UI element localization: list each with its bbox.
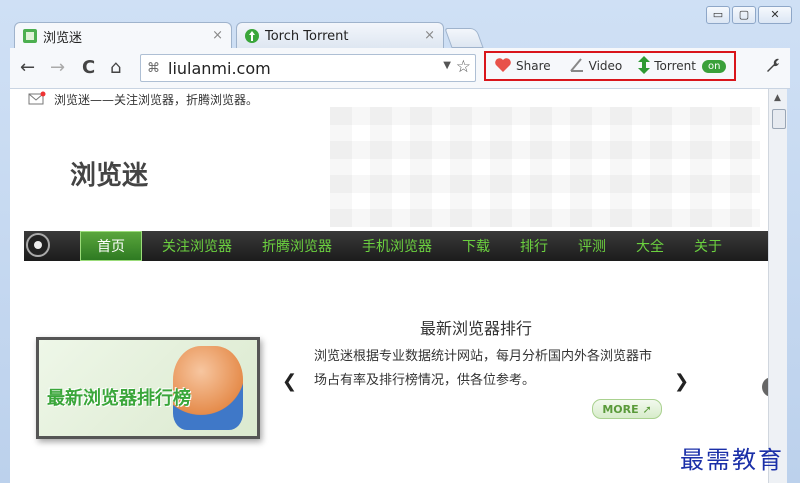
- header-mosaic: [330, 107, 760, 227]
- maximize-button[interactable]: ▢: [732, 6, 756, 24]
- nav-item-focus[interactable]: 关注浏览器: [162, 236, 232, 256]
- mail-icon: [28, 91, 46, 108]
- close-window-button[interactable]: ✕: [758, 6, 792, 24]
- ranking-banner-image[interactable]: 最新浏览器排行榜: [36, 337, 260, 439]
- more-button[interactable]: MORE ➚: [592, 399, 662, 419]
- main-nav: 首页 关注浏览器 折腾浏览器 手机浏览器 下载 排行 评测 大全 关于: [24, 231, 768, 261]
- next-arrow-icon[interactable]: ❯: [674, 371, 689, 392]
- nav-item-home[interactable]: 首页: [80, 231, 142, 261]
- nav-item-mobile[interactable]: 手机浏览器: [362, 236, 432, 256]
- site-notice: 浏览迷——关注浏览器，折腾浏览器。: [28, 91, 258, 108]
- tab-label: Torch Torrent: [265, 28, 349, 44]
- forward-button[interactable]: →: [50, 57, 65, 78]
- banner-caption: 最新浏览器排行榜: [47, 388, 191, 409]
- tab-torch-torrent[interactable]: Torch Torrent ×: [236, 22, 444, 49]
- scroll-thumb[interactable]: [772, 109, 786, 129]
- nav-item-about[interactable]: 关于: [694, 236, 722, 256]
- page-icon: ⌘: [147, 60, 160, 76]
- share-button[interactable]: Share: [494, 57, 551, 76]
- tab-strip: 浏览迷 × Torch Torrent ×: [14, 22, 484, 49]
- video-label: Video: [588, 59, 623, 73]
- torrent-toggle[interactable]: on: [701, 59, 727, 73]
- nav-items: 首页 关注浏览器 折腾浏览器 手机浏览器 下载 排行 评测 大全 关于: [80, 231, 752, 261]
- nav-item-review[interactable]: 评测: [578, 236, 606, 256]
- heart-icon: [494, 57, 512, 76]
- updown-arrow-icon: [638, 55, 651, 77]
- section-title[interactable]: 最新浏览器排行: [420, 315, 532, 339]
- nav-item-ranking[interactable]: 排行: [520, 236, 548, 256]
- reload-button[interactable]: C: [82, 57, 95, 78]
- nav-item-directory[interactable]: 大全: [636, 236, 664, 256]
- nav-item-download[interactable]: 下载: [462, 236, 490, 256]
- green-torrent-icon: [245, 29, 259, 43]
- scroll-up-arrow-icon[interactable]: ▲: [774, 93, 781, 103]
- notice-text: 浏览迷——关注浏览器，折腾浏览器。: [54, 93, 259, 107]
- wrench-icon[interactable]: [764, 56, 782, 79]
- chevron-down-icon[interactable]: ▼: [443, 60, 451, 71]
- home-button[interactable]: ⌂: [110, 57, 121, 78]
- vertical-scrollbar[interactable]: ▲: [768, 89, 787, 483]
- minimize-button[interactable]: ▭: [706, 6, 730, 24]
- share-label: Share: [516, 59, 551, 73]
- video-button[interactable]: Video: [569, 57, 623, 76]
- tab-close-button[interactable]: ×: [212, 28, 223, 43]
- prev-arrow-icon[interactable]: ❮: [282, 371, 297, 392]
- watermark-text: 最需教育: [680, 446, 784, 474]
- section-body: 浏览迷根据专业数据统计网站，每月分析国内外各浏览器市场占有率及排行榜情况，供各位…: [314, 349, 653, 388]
- new-tab-button[interactable]: [444, 28, 484, 48]
- address-bar[interactable]: ⌘ liulanmi.com ▼ ☆: [140, 54, 476, 82]
- tab-close-button[interactable]: ×: [424, 28, 435, 43]
- page-viewport: 浏览迷——关注浏览器，折腾浏览器。 浏览迷 首页 关注浏览器 折腾浏览器 手机浏…: [10, 89, 768, 483]
- back-button[interactable]: ←: [20, 57, 35, 78]
- bookmark-star-icon[interactable]: ☆: [456, 57, 471, 77]
- video-icon: [569, 57, 585, 76]
- extension-toolbar: Share Video Torrent on: [484, 51, 736, 81]
- torrent-label: Torrent: [654, 59, 696, 73]
- url-text[interactable]: liulanmi.com: [168, 59, 271, 78]
- site-logo[interactable]: 浏览迷: [70, 155, 148, 192]
- browser-toolbar: ← → C ⌂ ⌘ liulanmi.com ▼ ☆ Share Video T…: [10, 48, 790, 89]
- window-controls: ▭ ▢ ✕: [706, 6, 792, 24]
- torrent-button[interactable]: Torrent on: [638, 55, 727, 77]
- nav-target-icon: [26, 233, 50, 257]
- green-page-icon: [23, 29, 37, 43]
- tab-label: 浏览迷: [43, 30, 83, 46]
- tab-liulanmi[interactable]: 浏览迷 ×: [14, 22, 232, 49]
- nav-item-tinker[interactable]: 折腾浏览器: [262, 236, 332, 256]
